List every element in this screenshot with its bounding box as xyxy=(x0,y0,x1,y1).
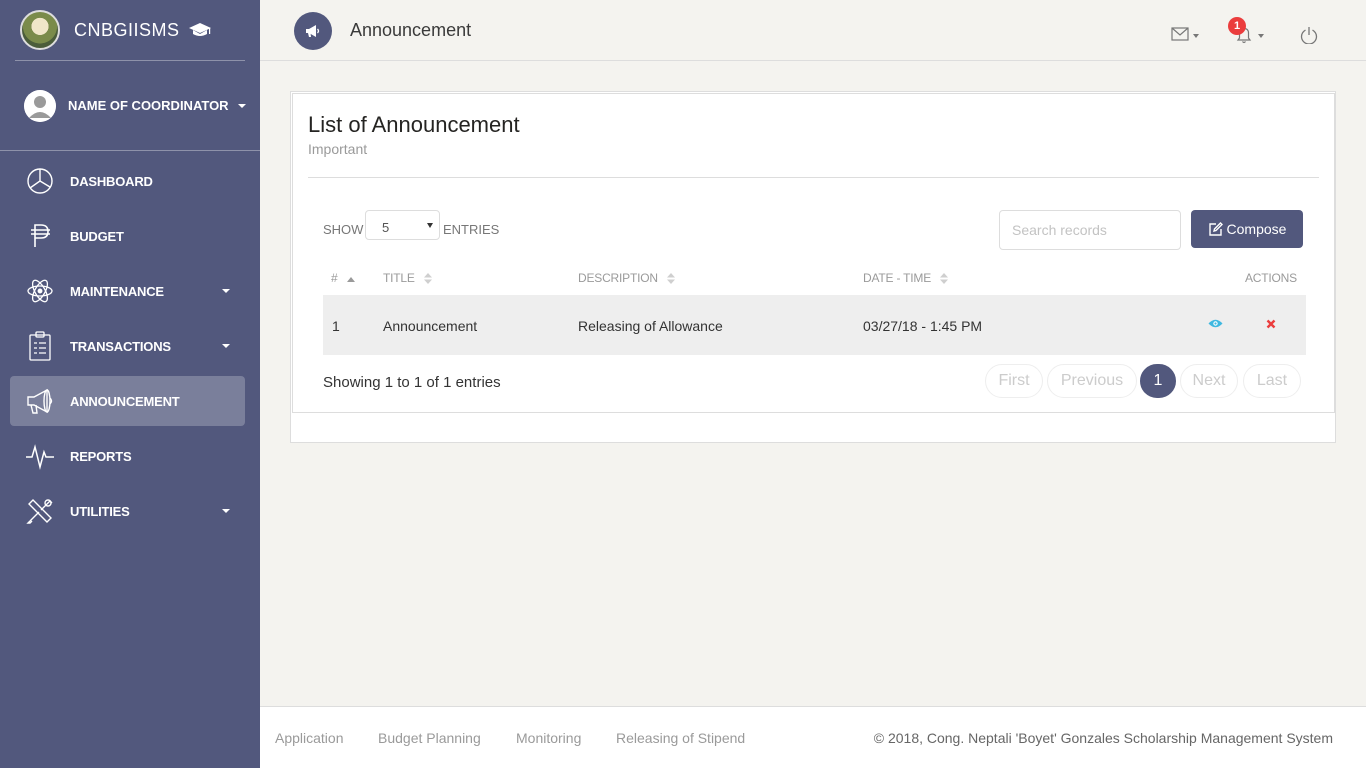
sidebar-item-reports[interactable]: REPORTS xyxy=(10,431,245,481)
tools-icon xyxy=(25,496,55,526)
compose-label: Compose xyxy=(1226,221,1287,237)
card-body: List of Announcement Important SHOW 5 EN… xyxy=(292,93,1335,413)
sidebar-item-label: TRANSACTIONS xyxy=(70,338,171,354)
pulse-icon xyxy=(25,441,55,471)
cell-number: 1 xyxy=(332,318,340,334)
sort-asc-icon xyxy=(346,276,355,282)
entries-select[interactable]: 5 xyxy=(365,210,440,240)
cell-description: Releasing of Allowance xyxy=(578,318,723,334)
megaphone-icon xyxy=(25,386,55,416)
pagination-previous[interactable]: Previous xyxy=(1047,364,1137,398)
entries-value: 5 xyxy=(382,220,390,235)
mail-icon xyxy=(1171,27,1189,41)
column-header-title[interactable]: TITLE xyxy=(383,271,432,285)
logout-button[interactable] xyxy=(1300,26,1318,45)
sort-icon xyxy=(940,273,949,285)
view-icon[interactable] xyxy=(1208,318,1223,329)
column-header-datetime[interactable]: DATE - TIME xyxy=(863,271,949,285)
sidebar-item-announcement[interactable]: ANNOUNCEMENT xyxy=(10,376,245,426)
page-title: Announcement xyxy=(350,20,472,40)
chevron-down-icon xyxy=(1258,34,1264,38)
sidebar-item-label: BUDGET xyxy=(70,228,124,244)
sidebar-item-maintenance[interactable]: MAINTENANCE xyxy=(10,266,245,316)
brand-name: CNBGIISMS xyxy=(74,19,180,40)
user-name: NAME OF COORDINATOR xyxy=(68,98,229,113)
clipboard-icon xyxy=(25,331,55,361)
megaphone-icon xyxy=(294,12,332,50)
sidebar: CNBGIISMS NAME OF COORDINATOR DASHBOARD xyxy=(0,0,260,768)
user-menu[interactable]: NAME OF COORDINATOR xyxy=(0,61,260,151)
power-icon xyxy=(1300,27,1318,45)
entries-label: ENTRIES xyxy=(443,222,500,237)
avatar xyxy=(24,89,56,122)
messages-dropdown[interactable] xyxy=(1171,27,1203,43)
table-info: Showing 1 to 1 of 1 entries xyxy=(323,374,501,391)
pagination-last[interactable]: Last xyxy=(1243,364,1301,398)
sidebar-item-label: MAINTENANCE xyxy=(70,283,164,299)
sidebar-item-label: DASHBOARD xyxy=(70,173,153,189)
sidebar-item-budget[interactable]: BUDGET xyxy=(10,211,245,261)
footer-link-releasing-of-stipend[interactable]: Releasing of Stipend xyxy=(616,730,745,746)
show-label: SHOW xyxy=(323,222,364,237)
card-subtitle: Important xyxy=(308,141,368,157)
divider xyxy=(308,177,1319,178)
pagination-next[interactable]: Next xyxy=(1180,364,1238,398)
sidebar-item-label: ANNOUNCEMENT xyxy=(70,393,180,409)
chevron-down-icon xyxy=(222,289,230,293)
sort-icon xyxy=(423,273,432,285)
notification-badge: 1 xyxy=(1228,17,1246,35)
edit-icon xyxy=(1208,221,1223,236)
sidebar-item-transactions[interactable]: TRANSACTIONS xyxy=(10,321,245,371)
search-input[interactable] xyxy=(999,210,1181,250)
table-row: 1 Announcement Releasing of Allowance 03… xyxy=(323,295,1306,355)
atom-icon xyxy=(25,276,55,306)
chevron-down-icon xyxy=(1193,34,1199,38)
chevron-down-icon xyxy=(222,509,230,513)
chevron-down-icon xyxy=(222,344,230,348)
footer-link-monitoring[interactable]: Monitoring xyxy=(516,730,581,746)
card-title: List of Announcement xyxy=(308,112,520,137)
copyright: © 2018, Cong. Neptali 'Boyet' Gonzales S… xyxy=(873,730,1333,746)
footer-link-budget-planning[interactable]: Budget Planning xyxy=(378,730,481,746)
column-header-actions: ACTIONS xyxy=(1245,271,1297,285)
cell-title: Announcement xyxy=(383,318,478,334)
brand[interactable]: CNBGIISMS xyxy=(15,0,245,61)
cell-datetime: 03/27/18 - 1:45 PM xyxy=(863,318,983,334)
sidebar-item-dashboard[interactable]: DASHBOARD xyxy=(10,156,245,206)
announcement-card: List of Announcement Important SHOW 5 EN… xyxy=(290,91,1336,443)
footer: Application Budget Planning Monitoring R… xyxy=(260,706,1366,768)
logo-icon xyxy=(20,10,60,50)
pagination-first[interactable]: First xyxy=(985,364,1043,398)
footer-link-application[interactable]: Application xyxy=(275,730,344,746)
sidebar-item-label: UTILITIES xyxy=(70,503,130,519)
peso-icon xyxy=(25,221,55,251)
compose-button[interactable]: Compose xyxy=(1191,210,1303,248)
pie-chart-icon xyxy=(25,166,55,196)
delete-icon[interactable] xyxy=(1266,319,1276,329)
sort-icon xyxy=(666,273,675,285)
user-icon xyxy=(24,89,56,122)
pagination-page-1[interactable]: 1 xyxy=(1140,364,1176,398)
sidebar-nav: DASHBOARD BUDGET MAINTENANCE TRANSACTION… xyxy=(0,156,260,536)
graduation-cap-icon xyxy=(188,23,211,36)
column-header-description[interactable]: DESCRIPTION xyxy=(578,271,675,285)
column-header-number[interactable]: # xyxy=(331,271,355,285)
sidebar-item-utilities[interactable]: UTILITIES xyxy=(10,486,245,536)
sidebar-item-label: REPORTS xyxy=(70,448,132,464)
chevron-down-icon xyxy=(237,103,246,108)
dropdown-arrow-icon xyxy=(427,223,433,228)
